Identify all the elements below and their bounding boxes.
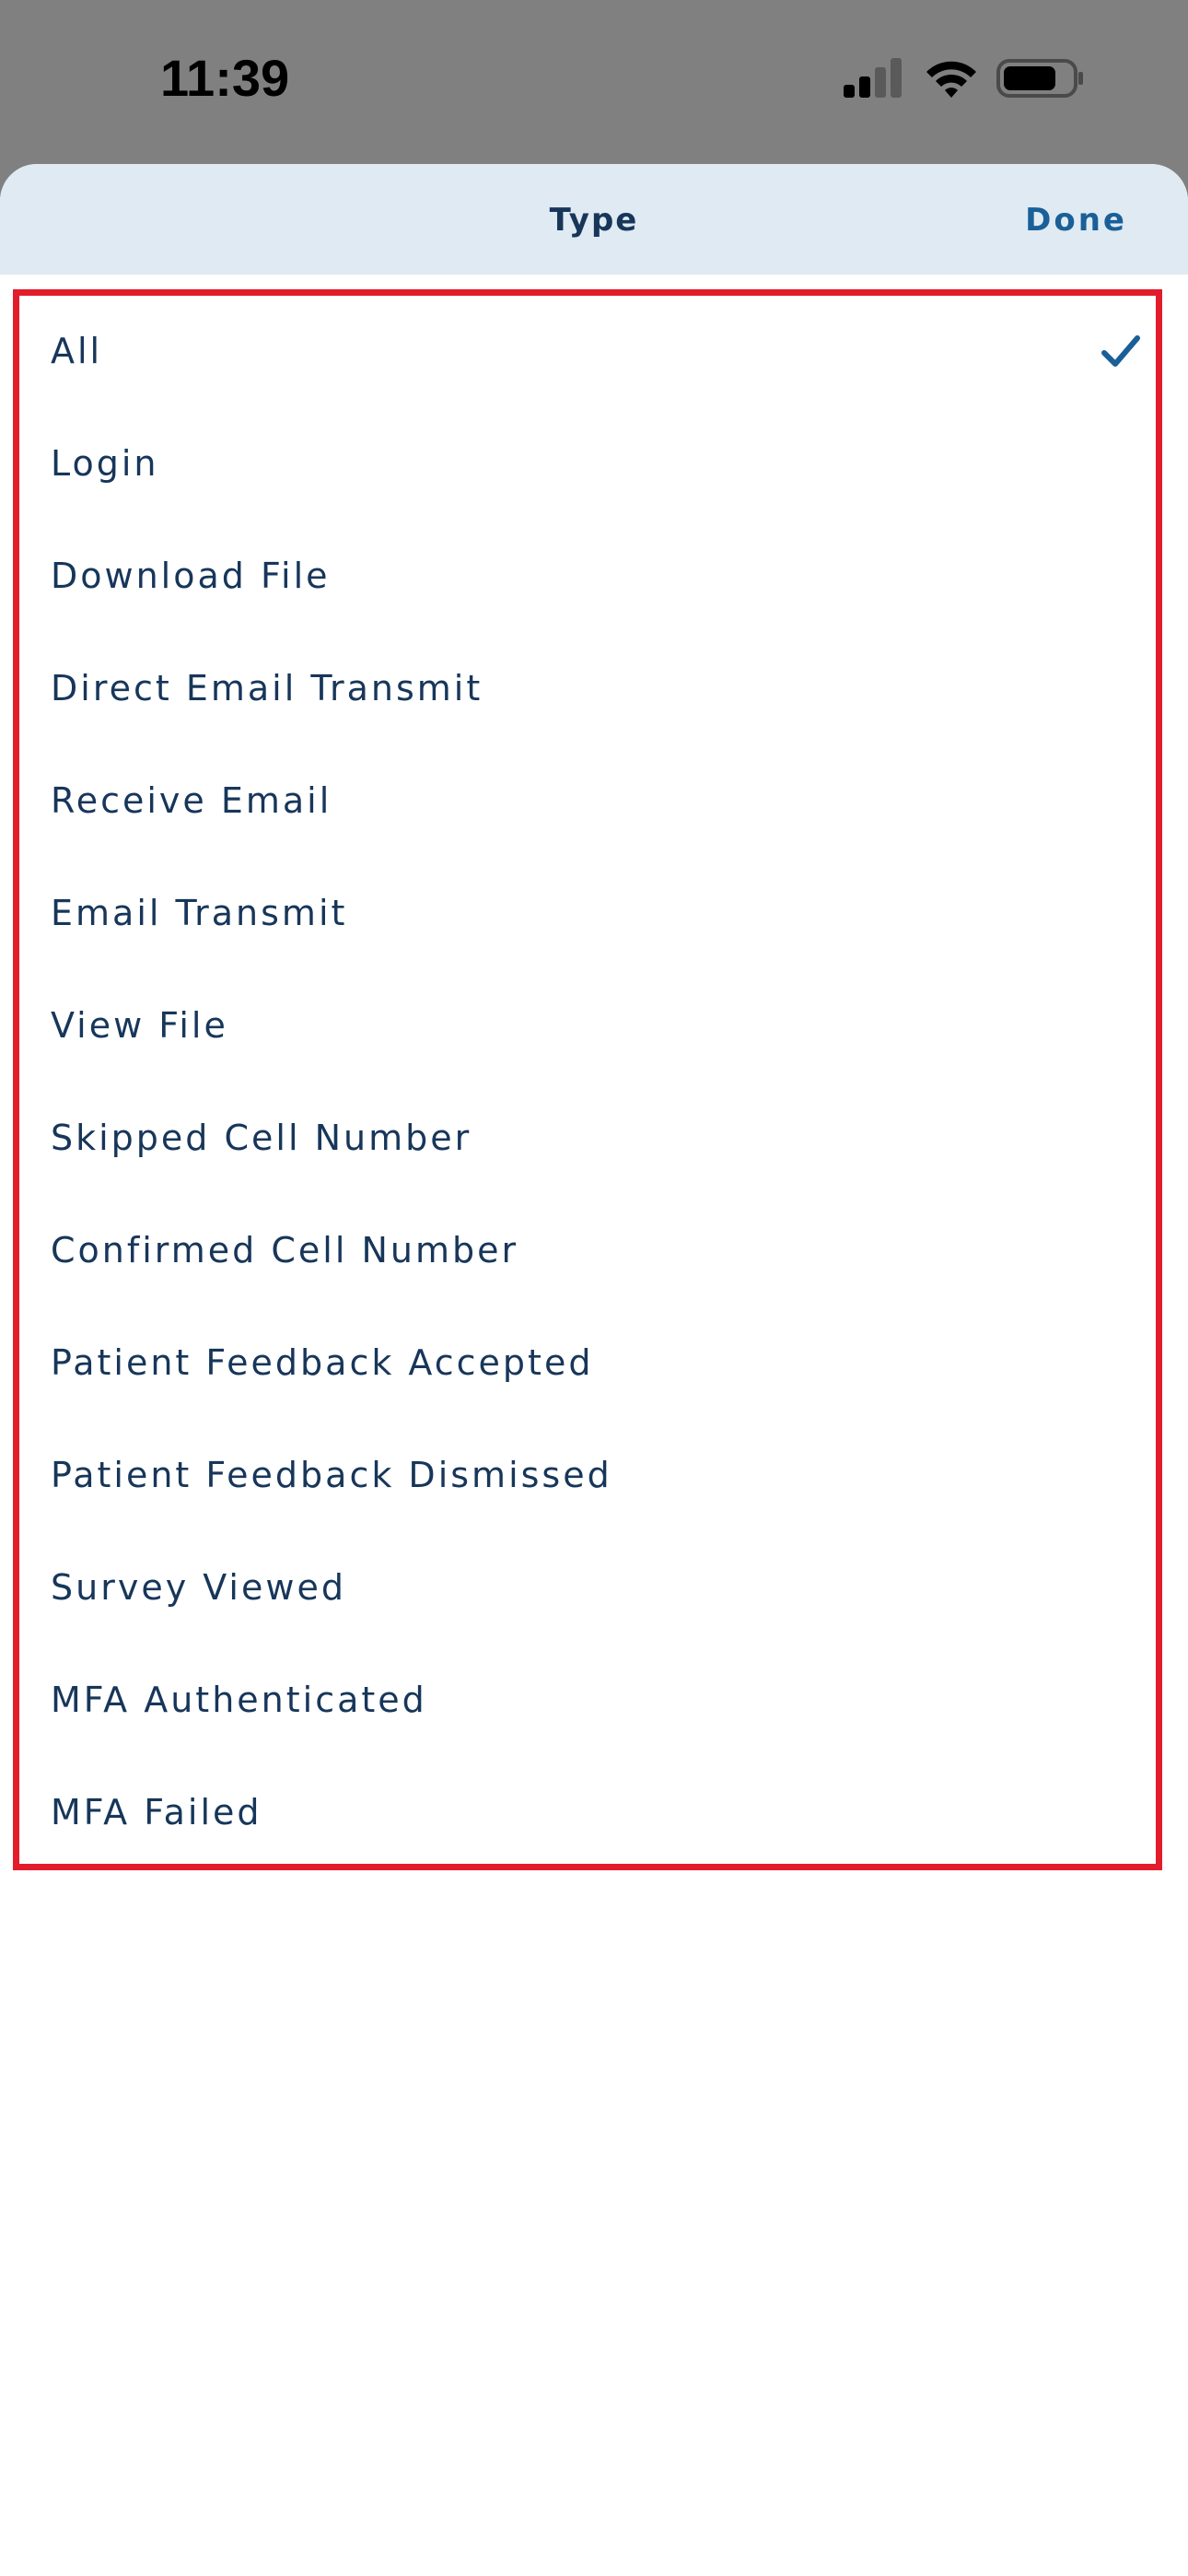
sheet-header: Type Done [0,164,1188,275]
option-label: View File [51,1005,228,1046]
option-label: MFA Failed [51,1792,262,1832]
option-label: Email Transmit [51,893,348,933]
option-label: Patient Feedback Accepted [51,1342,594,1383]
option-item[interactable]: MFA Authenticated [19,1645,1156,1757]
option-label: Download File [51,556,331,596]
option-label: Confirmed Cell Number [51,1230,519,1270]
option-item[interactable]: Confirmed Cell Number [19,1195,1156,1307]
option-item[interactable]: View File [19,970,1156,1083]
option-item[interactable]: Direct Email Transmit [19,633,1156,745]
option-item[interactable]: Skipped Cell Number [19,1083,1156,1195]
option-item[interactable]: Download File [19,521,1156,633]
option-label: Patient Feedback Dismissed [51,1455,612,1495]
type-picker-sheet: Type Done All Login Download File Direct Em… [0,164,1188,2576]
option-item[interactable]: Survey Viewed [19,1532,1156,1645]
option-label: Direct Email Transmit [51,668,483,708]
battery-icon [996,59,1083,98]
done-button[interactable]: Done [1025,197,1127,243]
type-options-list: All Login Download File Direct Email Transm… [13,289,1162,1870]
option-label: Skipped Cell Number [51,1118,472,1158]
option-item[interactable]: Email Transmit [19,858,1156,970]
option-item[interactable]: Login [19,408,1156,521]
option-label: Login [51,443,159,484]
status-time: 11:39 [160,49,290,107]
option-label: Receive Email [51,780,332,821]
option-item[interactable]: MFA Failed [19,1757,1156,1869]
option-item[interactable]: All [19,296,1156,408]
sheet-title: Type [549,202,639,239]
option-item[interactable]: Patient Feedback Accepted [19,1307,1156,1420]
wifi-icon [926,61,976,98]
option-item[interactable]: Patient Feedback Dismissed [19,1420,1156,1532]
cellular-signal-icon [844,58,902,98]
option-item[interactable]: Receive Email [19,745,1156,858]
status-bar: 11:39 [0,0,1188,157]
option-label: Survey Viewed [51,1567,346,1608]
option-label: All [51,331,103,371]
checkmark-icon [1101,335,1140,367]
option-label: MFA Authenticated [51,1680,427,1720]
